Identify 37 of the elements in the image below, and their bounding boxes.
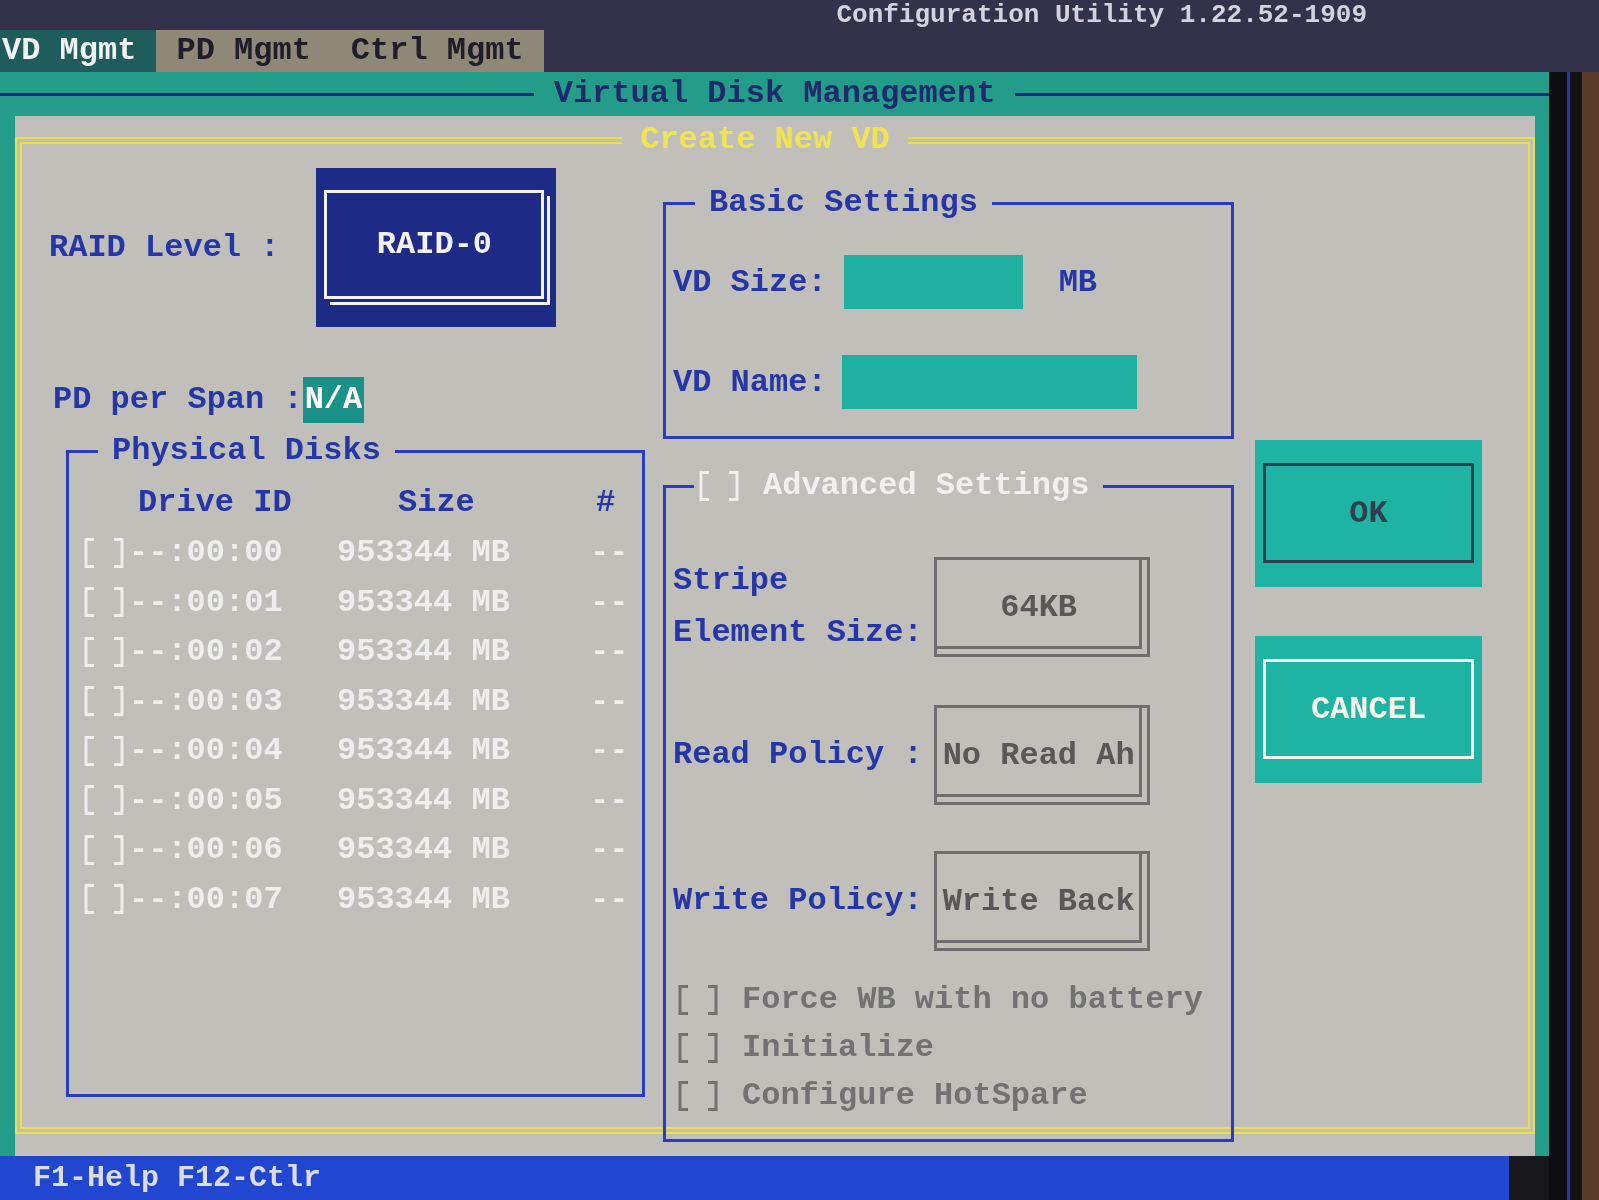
vd-size-label: VD Size:	[673, 263, 827, 301]
number-cell-text: --	[590, 830, 629, 870]
raid-level-label: RAID Level :	[49, 229, 280, 266]
column-header: #	[596, 483, 616, 523]
number-cell-text: --	[590, 780, 629, 821]
setting-label: Read Policy :	[673, 735, 923, 775]
setting-label: Stripe Element Size:	[673, 561, 923, 653]
number-cell-text: --	[590, 731, 629, 771]
setting-label: Write Policy:	[673, 881, 923, 921]
column-header: Size	[397, 483, 476, 523]
panel-title: Virtual Disk Management	[552, 74, 997, 114]
menu-tab[interactable]: VD Mgmt	[0, 30, 157, 72]
number-cell-text: --	[590, 632, 629, 672]
vd-size-field[interactable]	[843, 255, 1023, 309]
number-cell-text: --	[590, 681, 629, 722]
vd-name-label: VD Name:	[673, 363, 827, 401]
option-label: Configure HotSpare	[742, 1076, 1088, 1116]
shortcut-hints: F1-Help F12-Ctlr	[33, 1161, 322, 1195]
option-label: Initialize	[742, 1028, 935, 1068]
number-cell-text: --	[590, 582, 629, 623]
number-cell-text: --	[590, 879, 629, 920]
pd-per-span-label: PD per Span :	[53, 380, 303, 420]
ok-button[interactable]: OK	[1255, 440, 1482, 587]
group-title: Physical Disks	[111, 431, 382, 471]
column-header: Drive ID	[138, 483, 293, 523]
size-unit-label: MB	[1058, 263, 1098, 301]
raid-level-button[interactable]: RAID-0	[316, 168, 557, 327]
utility-title: Configuration Utility 1.22.52-1909	[836, 0, 1367, 30]
option-label: Force WB with no battery	[742, 980, 1203, 1020]
vd-name-field[interactable]	[841, 355, 1137, 409]
menu-tab[interactable]: PD Mgmt	[156, 30, 331, 72]
cancel-button[interactable]: CANCEL	[1255, 636, 1482, 783]
pd-per-span-field[interactable]: N/A	[302, 377, 365, 423]
menu-tab[interactable]: Ctrl Mgmt	[330, 30, 544, 72]
dialog-title: Create New VD	[639, 120, 891, 160]
number-cell-text: --	[590, 533, 629, 573]
group-title: Basic Settings	[708, 183, 979, 223]
